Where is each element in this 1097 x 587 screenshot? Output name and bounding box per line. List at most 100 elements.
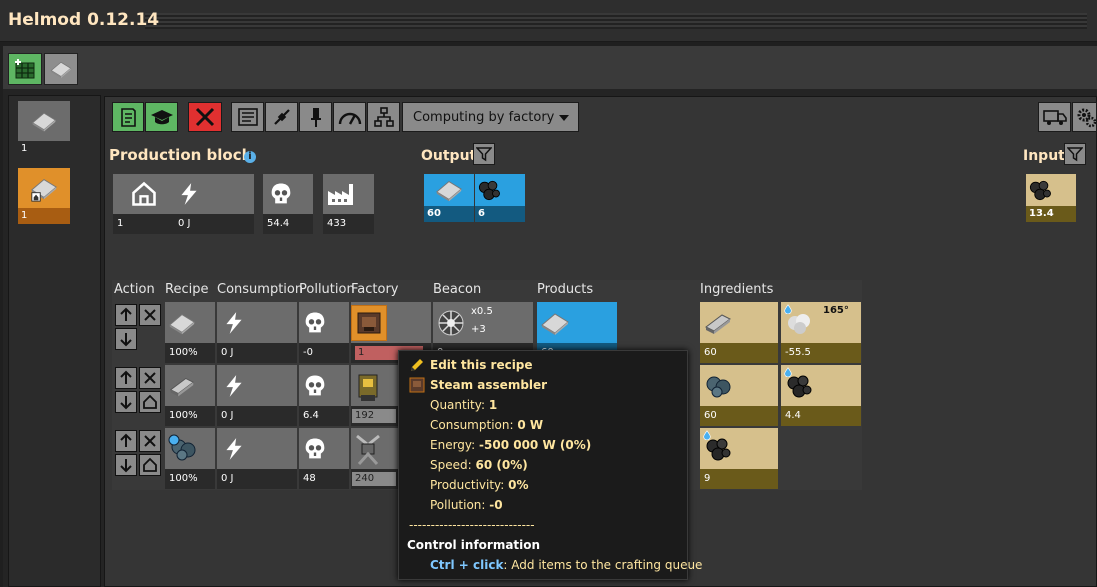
tooltip-productivity-line: Productivity: 0% — [430, 478, 529, 492]
pollution-value: 6.4 — [299, 406, 349, 426]
block-item-count: 1 — [21, 143, 28, 154]
gears-icon — [1077, 108, 1096, 128]
tooltip-value: 0 W — [517, 418, 544, 432]
fluid-drop-icon — [783, 304, 793, 314]
skull-icon — [301, 435, 329, 463]
ingredient-cell[interactable]: 165° -55.5 — [781, 302, 861, 363]
coal-icon — [1026, 176, 1054, 204]
factory-count-icon-frame — [323, 174, 374, 214]
factory-count-bar: 240 — [351, 469, 399, 489]
model-tab-iron-plate[interactable] — [44, 53, 78, 85]
pollution-icon-frame — [299, 302, 349, 343]
ingredient-cell[interactable]: 60 — [700, 365, 778, 426]
recipe-percent: 100% — [165, 406, 215, 426]
ingredient-value: 9 — [700, 469, 778, 489]
power-button[interactable] — [265, 102, 298, 132]
beacon-icon — [438, 310, 464, 335]
speed-button[interactable] — [333, 102, 366, 132]
tooltip-consumption-line: Consumption: 0 W — [430, 418, 543, 432]
consumption-value: 0 J — [217, 343, 297, 363]
move-down-button[interactable] — [115, 454, 137, 476]
energy-icon — [221, 436, 247, 462]
pollution-cell: 6.4 — [299, 365, 349, 426]
recipe-cell[interactable]: 100% — [165, 365, 215, 426]
properties-button[interactable] — [112, 102, 144, 132]
consumption-value: 0 J — [217, 406, 297, 426]
tooltip-control-key: Ctrl + click — [430, 558, 504, 572]
ingredient-icon-frame — [781, 365, 861, 406]
info-icon[interactable]: i — [244, 151, 256, 163]
iron-plate-block-icon — [31, 173, 60, 202]
output-item[interactable]: 6 — [475, 174, 525, 222]
remove-recipe-button[interactable] — [139, 430, 161, 452]
steam-assembler-icon — [351, 304, 387, 341]
move-up-button[interactable] — [115, 304, 137, 326]
chevron-down-icon — [559, 115, 569, 121]
title-bar[interactable] — [0, 0, 1097, 42]
factory-cell[interactable]: 240 — [351, 428, 399, 489]
column-header-action: Action — [114, 282, 155, 297]
consumption-value: 0 J — [217, 469, 297, 489]
tooltip-separator: ----------------------------- — [409, 518, 535, 532]
move-up-button[interactable] — [115, 367, 137, 389]
pin-button[interactable] — [299, 102, 332, 132]
block-list-item-selected[interactable]: 1 — [18, 168, 70, 224]
move-down-button[interactable] — [115, 391, 137, 413]
compute-mode-label: Computing by factory — [413, 109, 555, 125]
block-item-count: 1 — [18, 208, 70, 224]
ingredient-cell[interactable]: 9 — [700, 428, 778, 489]
description-button[interactable] — [231, 102, 264, 132]
properties-icon — [121, 108, 136, 127]
factory-cell[interactable]: 192 — [351, 365, 399, 426]
education-button[interactable] — [145, 102, 178, 132]
tooltip-control-title: Control information — [407, 538, 541, 552]
mining-drill-icon — [356, 434, 380, 465]
pollution-icon-frame — [263, 174, 313, 214]
close-icon — [144, 435, 156, 447]
input-item[interactable]: 13.4 — [1026, 174, 1076, 222]
output-item-value: 60 — [424, 206, 474, 222]
filter-icon — [1067, 147, 1083, 162]
recipe-cell[interactable]: 100% — [165, 428, 215, 489]
factory-count-stat: 433 — [323, 174, 374, 234]
new-block-button[interactable] — [139, 391, 161, 413]
input-item-icon-frame — [1026, 174, 1076, 206]
iron-ore-icon — [702, 370, 734, 402]
skull-icon — [267, 180, 295, 208]
iron-plate-icon — [167, 308, 197, 338]
settings-button[interactable] — [1072, 102, 1097, 132]
steam-assembler-icon — [409, 377, 425, 393]
skull-icon — [301, 309, 329, 337]
pollution-value: 48 — [299, 469, 349, 489]
compute-mode-dropdown[interactable]: Computing by factory — [402, 102, 579, 132]
remove-recipe-button[interactable] — [139, 367, 161, 389]
input-filter-button[interactable] — [1064, 143, 1086, 165]
ingredient-icon-frame — [700, 302, 778, 343]
logistics-button[interactable] — [1038, 102, 1071, 132]
pollution-value: -0 — [299, 343, 349, 363]
block-item-icon-frame — [18, 101, 70, 141]
move-down-button[interactable] — [115, 328, 137, 350]
factory-count-bar: 192 — [351, 406, 399, 426]
delete-button[interactable] — [188, 102, 222, 132]
hierarchy-button[interactable] — [367, 102, 400, 132]
output-item[interactable]: 60 — [424, 174, 474, 222]
new-block-button[interactable] — [139, 454, 161, 476]
arrow-down-icon — [120, 333, 132, 347]
add-model-tab-button[interactable] — [8, 53, 42, 85]
ingredient-cell[interactable]: 4.4 — [781, 365, 861, 426]
ingredient-value: -55.5 — [781, 343, 861, 363]
ingredient-cell[interactable]: 60 — [700, 302, 778, 363]
input-label: Input — [1023, 148, 1065, 164]
block-list-item[interactable]: 1 — [18, 101, 70, 157]
column-header-ingredients: Ingredients — [700, 282, 774, 297]
output-filter-button[interactable] — [473, 143, 495, 165]
iron-ingot-icon — [167, 371, 197, 401]
title-bar-drag-handle[interactable] — [145, 13, 1087, 29]
tooltip-edit-text: Edit this recipe — [430, 358, 533, 372]
recipe-cell[interactable]: 100% — [165, 302, 215, 363]
move-up-button[interactable] — [115, 430, 137, 452]
remove-recipe-button[interactable] — [139, 304, 161, 326]
consumption-icon-frame — [217, 302, 297, 343]
output-item-icon-frame — [424, 174, 474, 206]
